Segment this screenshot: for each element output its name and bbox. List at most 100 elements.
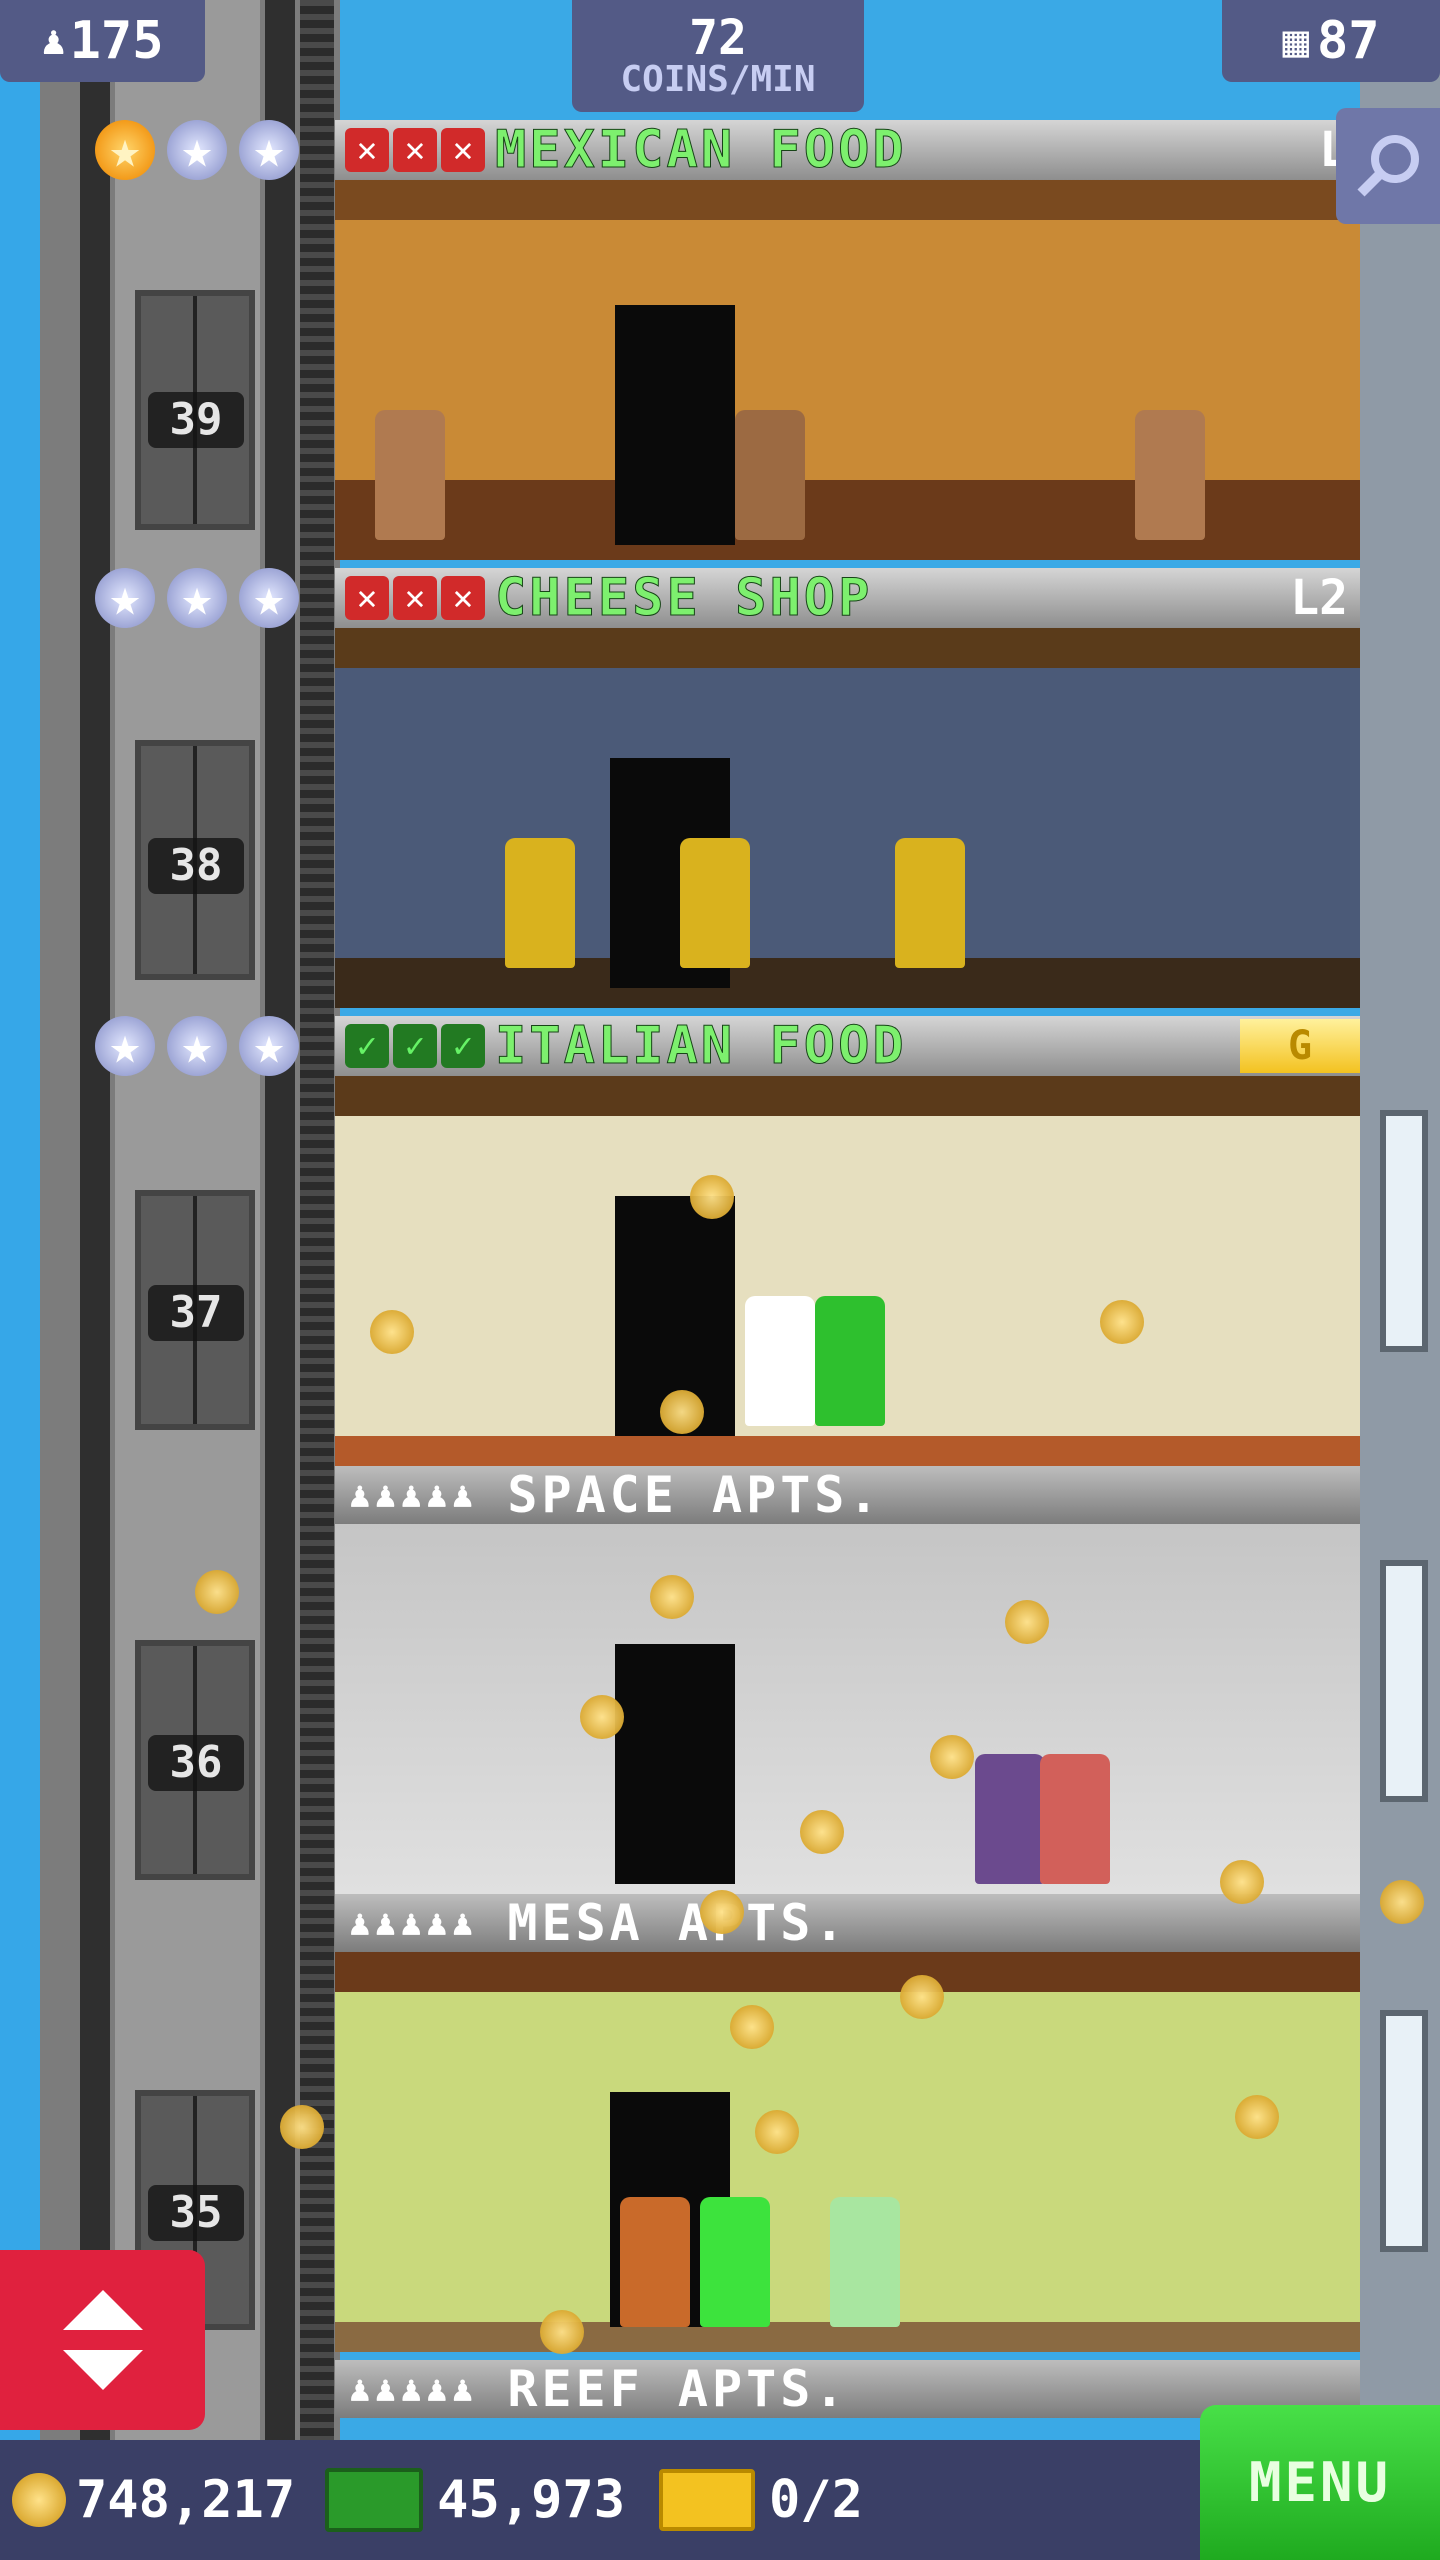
coins-value: 748,217 bbox=[76, 2470, 296, 2530]
coin-icon[interactable] bbox=[580, 1695, 624, 1739]
star-gold-icon: ★ bbox=[95, 120, 155, 180]
room-door bbox=[615, 305, 735, 545]
elevator-control-button[interactable] bbox=[0, 2250, 205, 2430]
coin-icon[interactable] bbox=[1005, 1600, 1049, 1644]
coin-icon[interactable] bbox=[1220, 1860, 1264, 1904]
task-fail-icon: ✕ bbox=[441, 128, 485, 172]
task-done-icon: ✓ bbox=[441, 1024, 485, 1068]
ladder bbox=[300, 0, 334, 2440]
task-checks: ✕ ✕ ✕ bbox=[345, 128, 485, 172]
coins-per-min-label: COINS/MIN bbox=[620, 59, 816, 100]
coin-icon[interactable] bbox=[370, 1310, 414, 1354]
ticket-icon bbox=[659, 2469, 755, 2531]
worker[interactable] bbox=[735, 410, 805, 540]
resident[interactable] bbox=[620, 2197, 690, 2327]
star-icon: ★ bbox=[167, 120, 227, 180]
building-window bbox=[1380, 2010, 1428, 2252]
resident-slots-icon: ♟♟♟♟♟ bbox=[349, 2368, 478, 2410]
star-icon: ★ bbox=[239, 1016, 299, 1076]
floor-name: MESA APTS. bbox=[507, 1894, 849, 1952]
worker[interactable] bbox=[680, 838, 750, 968]
floor-name: MEXICAN FOOD bbox=[495, 120, 907, 181]
coin-icon[interactable] bbox=[700, 1890, 744, 1934]
task-fail-icon: ✕ bbox=[441, 576, 485, 620]
chef[interactable] bbox=[745, 1296, 815, 1426]
room-door bbox=[615, 1644, 735, 1884]
resident[interactable] bbox=[1040, 1754, 1110, 1884]
worker[interactable] bbox=[1135, 410, 1205, 540]
floor-stars: ★ ★ ★ bbox=[95, 1016, 299, 1076]
floor-room-cheese-shop[interactable] bbox=[335, 628, 1360, 1008]
person-icon: ♟ bbox=[41, 18, 66, 64]
sky bbox=[0, 0, 40, 2560]
task-fail-icon: ✕ bbox=[345, 128, 389, 172]
gold-badge[interactable]: G bbox=[1240, 1019, 1360, 1073]
floor-name: SPACE APTS. bbox=[507, 1466, 883, 1524]
resident-slots-icon: ♟♟♟♟♟ bbox=[349, 1902, 478, 1944]
floor-room-space-apts[interactable] bbox=[335, 1524, 1360, 1894]
coin-icon[interactable] bbox=[280, 2105, 324, 2149]
coin-icon[interactable] bbox=[800, 1810, 844, 1854]
resident[interactable] bbox=[830, 2197, 900, 2327]
resident[interactable] bbox=[975, 1754, 1045, 1884]
task-checks: ✕ ✕ ✕ bbox=[345, 576, 485, 620]
population-counter[interactable]: ♟ 175 bbox=[0, 0, 205, 82]
floor-name: REEF APTS. bbox=[507, 2360, 849, 2418]
coin-icon[interactable] bbox=[1235, 2095, 1279, 2139]
task-checks: ✓ ✓ ✓ bbox=[345, 1024, 485, 1068]
visitor[interactable] bbox=[815, 1296, 885, 1426]
magnifier-icon bbox=[1357, 135, 1419, 197]
task-done-icon: ✓ bbox=[345, 1024, 389, 1068]
floor-number: 38 bbox=[148, 838, 244, 894]
zoom-button[interactable] bbox=[1336, 108, 1440, 224]
bux-icon bbox=[325, 2468, 424, 2532]
resident[interactable] bbox=[700, 2197, 770, 2327]
coin-icon[interactable] bbox=[1100, 1300, 1144, 1344]
coin-icon[interactable] bbox=[755, 2110, 799, 2154]
coin-icon[interactable] bbox=[195, 1570, 239, 1614]
floor-name: ITALIAN FOOD bbox=[495, 1016, 907, 1077]
floor-room-italian-food[interactable] bbox=[335, 1076, 1360, 1466]
floor-room-mexican-food[interactable] bbox=[335, 180, 1360, 560]
coin-icon[interactable] bbox=[900, 1975, 944, 2019]
population-value: 175 bbox=[69, 11, 164, 71]
floor-header-mesa-apts[interactable]: ♟♟♟♟♟ MESA APTS. bbox=[335, 1894, 1360, 1952]
coins-per-min-value: 72 bbox=[689, 10, 747, 66]
bux-value: 45,973 bbox=[437, 2470, 625, 2530]
floor-number: 39 bbox=[148, 392, 244, 448]
up-down-arrows-icon bbox=[62, 2290, 143, 2390]
floor-stars: ★ ★ ★ bbox=[95, 568, 299, 628]
menu-button[interactable]: MENU bbox=[1200, 2405, 1440, 2560]
coin-icon bbox=[12, 2473, 66, 2527]
coin-icon[interactable] bbox=[660, 1390, 704, 1434]
floors-counter[interactable]: ▦ 87 bbox=[1222, 0, 1440, 82]
worker[interactable] bbox=[895, 838, 965, 968]
floor-room-mesa-apts[interactable] bbox=[335, 1952, 1360, 2352]
coin-icon[interactable] bbox=[930, 1735, 974, 1779]
task-fail-icon: ✕ bbox=[393, 576, 437, 620]
floor-header-italian-food[interactable]: ✓ ✓ ✓ ITALIAN FOOD G bbox=[335, 1016, 1360, 1077]
floor-header-space-apts[interactable]: ♟♟♟♟♟ SPACE APTS. bbox=[335, 1466, 1360, 1524]
coin-icon[interactable] bbox=[540, 2310, 584, 2354]
floor-number: 35 bbox=[148, 2185, 244, 2241]
star-icon: ★ bbox=[167, 1016, 227, 1076]
coin-icon[interactable] bbox=[690, 1175, 734, 1219]
floor-name: CHEESE SHOP bbox=[494, 568, 873, 629]
floor-header-mexican-food[interactable]: ✕ ✕ ✕ MEXICAN FOOD L bbox=[335, 120, 1360, 181]
coin-icon[interactable] bbox=[650, 1575, 694, 1619]
floor-number: 37 bbox=[148, 1285, 244, 1341]
task-fail-icon: ✕ bbox=[345, 576, 389, 620]
worker[interactable] bbox=[375, 410, 445, 540]
coins-per-min-panel: 72 COINS/MIN bbox=[572, 0, 864, 112]
floor-level: L2 bbox=[1290, 570, 1348, 626]
star-icon: ★ bbox=[167, 568, 227, 628]
star-icon: ★ bbox=[95, 1016, 155, 1076]
floors-value: 87 bbox=[1316, 11, 1380, 71]
floor-header-cheese-shop[interactable]: ✕ ✕ ✕ CHEESE SHOP L2 bbox=[335, 568, 1360, 629]
building-icon: ▦ bbox=[1282, 15, 1309, 67]
coin-icon[interactable] bbox=[1380, 1880, 1424, 1924]
worker[interactable] bbox=[505, 838, 575, 968]
coin-icon[interactable] bbox=[730, 2005, 774, 2049]
tickets-value: 0/2 bbox=[769, 2470, 863, 2530]
star-icon: ★ bbox=[239, 120, 299, 180]
